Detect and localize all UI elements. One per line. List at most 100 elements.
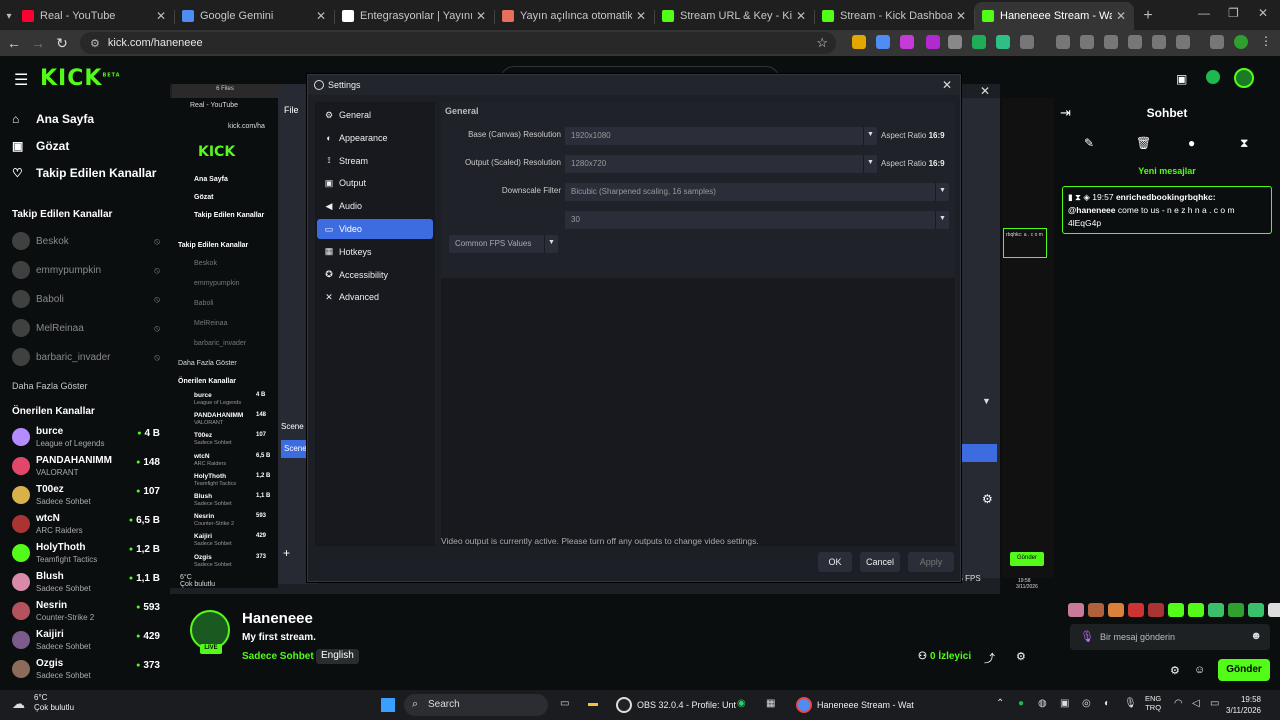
reload-icon[interactable]: ↻ xyxy=(50,35,74,52)
browser-tab[interactable]: Haneneee Stream - Watch Live ✕ xyxy=(974,2,1134,30)
settings-nav-accessibility[interactable]: ✪ Accessibility xyxy=(317,265,433,285)
extension-icon[interactable] xyxy=(852,35,866,49)
settings-nav-hotkeys[interactable]: ▦ Hotkeys xyxy=(317,242,433,262)
recommended-channel[interactable]: Nesrin Counter-Strike 2 593 xyxy=(12,598,160,627)
followed-channel[interactable]: barbaric_invader ⦸ xyxy=(12,347,160,367)
tab-close-icon[interactable]: ✕ xyxy=(636,9,646,23)
tab-close-icon[interactable]: ✕ xyxy=(156,9,166,23)
fps-value-combo[interactable]: 30 ▼ xyxy=(565,211,949,229)
site-info-icon[interactable]: ⚙ xyxy=(90,37,100,50)
settings-nav-output[interactable]: ▣ Output xyxy=(317,173,433,193)
download-icon[interactable] xyxy=(1176,35,1190,49)
send-button[interactable]: Gönder xyxy=(1218,659,1270,681)
camera-icon[interactable] xyxy=(948,35,962,49)
windows-start-icon[interactable] xyxy=(381,698,395,712)
maximize-icon[interactable]: ❐ xyxy=(1228,6,1239,20)
extensions-puzzle-icon[interactable] xyxy=(1020,35,1034,49)
base-resolution-combo[interactable]: 1920x1080 ▼ xyxy=(565,127,877,145)
store-icon[interactable]: ▦ xyxy=(766,698,775,709)
settings-nav-audio[interactable]: ◀ Audio xyxy=(317,196,433,216)
extension-icon[interactable] xyxy=(1056,35,1070,49)
recommended-channel[interactable]: burce League of Legends 4 B xyxy=(12,424,160,453)
settings-nav-general[interactable]: ⚙ General xyxy=(317,105,433,125)
new-messages-label[interactable]: Yeni mesajlar xyxy=(1124,166,1210,176)
tray-chevron-icon[interactable]: ⌃ xyxy=(996,698,1004,709)
weather-widget[interactable]: 6°C Çok bulutlu xyxy=(34,693,74,713)
emote-icon[interactable] xyxy=(1088,603,1104,617)
tray-app-icon[interactable]: ● xyxy=(1018,698,1024,709)
streamer-name[interactable]: Haneneee xyxy=(242,610,313,627)
folder-icon[interactable]: ▬ xyxy=(588,698,598,709)
recommended-channel[interactable]: wtcN ARC Raiders 6,5 B xyxy=(12,511,160,540)
forward-icon[interactable]: → xyxy=(26,35,50,51)
browser-tab[interactable]: Entegrasyonlar | Yayınını güçle ✕ xyxy=(334,2,494,30)
close-window-icon[interactable]: ✕ xyxy=(1258,6,1268,20)
ok-button[interactable]: OK xyxy=(818,552,852,572)
chat-users-icon[interactable]: ☺ xyxy=(1194,664,1205,676)
taskbar-chrome[interactable]: Haneneee Stream - Wat xyxy=(796,694,914,716)
tab-groups-icon[interactable] xyxy=(1210,35,1224,49)
extension-icon[interactable] xyxy=(926,35,940,49)
tab-search-icon[interactable]: ▾ xyxy=(4,2,14,30)
emote-icon[interactable] xyxy=(1228,603,1244,617)
emote-icon[interactable] xyxy=(1248,603,1264,617)
tray-app-icon[interactable]: ▣ xyxy=(1060,698,1069,709)
share-icon[interactable]: ⤴ xyxy=(984,650,995,666)
tab-close-icon[interactable]: ✕ xyxy=(956,9,966,23)
volume-icon[interactable]: ◁ xyxy=(1192,698,1200,709)
recommended-channel[interactable]: Blush Sadece Sohbet 1,1 B xyxy=(12,569,160,598)
output-resolution-combo[interactable]: 1280x720 ▼ xyxy=(565,155,877,173)
nav-following[interactable]: ♡ Takip Edilen Kanallar xyxy=(12,166,156,180)
profile-avatar[interactable] xyxy=(1234,35,1248,49)
extension-icon[interactable] xyxy=(996,35,1010,49)
obs-file-menu[interactable]: File xyxy=(284,105,299,115)
menu-dots-icon[interactable]: ⋮ xyxy=(1260,34,1274,48)
pinned-user[interactable]: enrichedbookingrbqhkc: xyxy=(1116,192,1216,202)
fps-type-combo[interactable]: Common FPS Values ▼ xyxy=(449,235,558,253)
show-more-link[interactable]: Daha Fazla Göster xyxy=(12,381,88,391)
obs-close-icon[interactable]: ✕ xyxy=(980,84,990,98)
message-icon[interactable]: ● xyxy=(1188,136,1195,150)
mic-tray-icon[interactable]: 🎙 xyxy=(1124,698,1137,709)
browser-tab[interactable]: Stream - Kick Dashboard ✕ xyxy=(814,2,974,30)
followed-channel[interactable]: emmypumpkin ⦸ xyxy=(12,260,160,280)
tray-app-icon[interactable]: ◐ xyxy=(1104,698,1110,709)
extension-icon[interactable] xyxy=(900,35,914,49)
translate-icon[interactable] xyxy=(876,35,890,49)
close-icon[interactable]: ✕ xyxy=(942,78,952,92)
browser-tab[interactable]: Stream URL & Key - Kick Dashb ✕ xyxy=(654,2,814,30)
stream-language-tag[interactable]: English xyxy=(316,649,359,664)
emote-icon[interactable] xyxy=(1108,603,1124,617)
nav-browse[interactable]: ▣ Gözat xyxy=(12,139,69,153)
obs-selected-item[interactable] xyxy=(960,444,997,462)
apply-button[interactable]: Apply xyxy=(908,552,954,572)
extension-icon[interactable] xyxy=(1152,35,1166,49)
pin-icon[interactable]: ✎ xyxy=(1084,136,1094,150)
chat-input[interactable]: 🎙 Bir mesaj gönderin ☻ xyxy=(1070,624,1270,650)
mic-icon[interactable]: 🎙 xyxy=(1080,630,1094,643)
obs-settings-gear-icon[interactable]: ⚙ xyxy=(982,492,993,506)
settings-nav-stream[interactable]: ⟟ Stream xyxy=(317,151,433,171)
downscale-filter-combo[interactable]: Bicubic (Sharpened scaling, 16 samples) … xyxy=(565,183,949,201)
chat-bubble-icon[interactable]: ▣ xyxy=(1176,72,1187,86)
cancel-button[interactable]: Cancel xyxy=(860,552,900,572)
browser-tab[interactable]: Yayın açılınca otomatik duyuru ✕ xyxy=(494,2,654,30)
emote-icon[interactable] xyxy=(1168,603,1184,617)
recommended-channel[interactable]: HolyThoth Teamfight Tactics 1,2 B xyxy=(12,540,160,569)
recommended-channel[interactable]: T00ez Sadece Sohbet 107 xyxy=(12,482,160,511)
collapse-chat-icon[interactable]: ⇥ xyxy=(1060,105,1071,121)
emote-icon[interactable] xyxy=(1128,603,1144,617)
extension-icon[interactable] xyxy=(1104,35,1118,49)
kick-coin-icon[interactable] xyxy=(1206,70,1220,84)
tray-app-icon[interactable]: ◍ xyxy=(1038,698,1047,709)
settings-nav-appearance[interactable]: ◐ Appearance xyxy=(317,128,433,148)
emote-icon[interactable] xyxy=(1268,603,1280,617)
add-scene-icon[interactable]: + xyxy=(283,546,290,560)
nav-home[interactable]: ⌂ Ana Sayfa xyxy=(12,112,94,126)
scene-item[interactable]: Scene xyxy=(281,440,309,458)
emote-icon[interactable] xyxy=(1188,603,1204,617)
taskbar-search[interactable]: ⌕ Search xyxy=(404,694,548,716)
user-avatar[interactable] xyxy=(1234,68,1254,88)
terminal-icon[interactable]: ▭ xyxy=(560,698,569,709)
followed-channel[interactable]: Baboli ⦸ xyxy=(12,289,160,309)
